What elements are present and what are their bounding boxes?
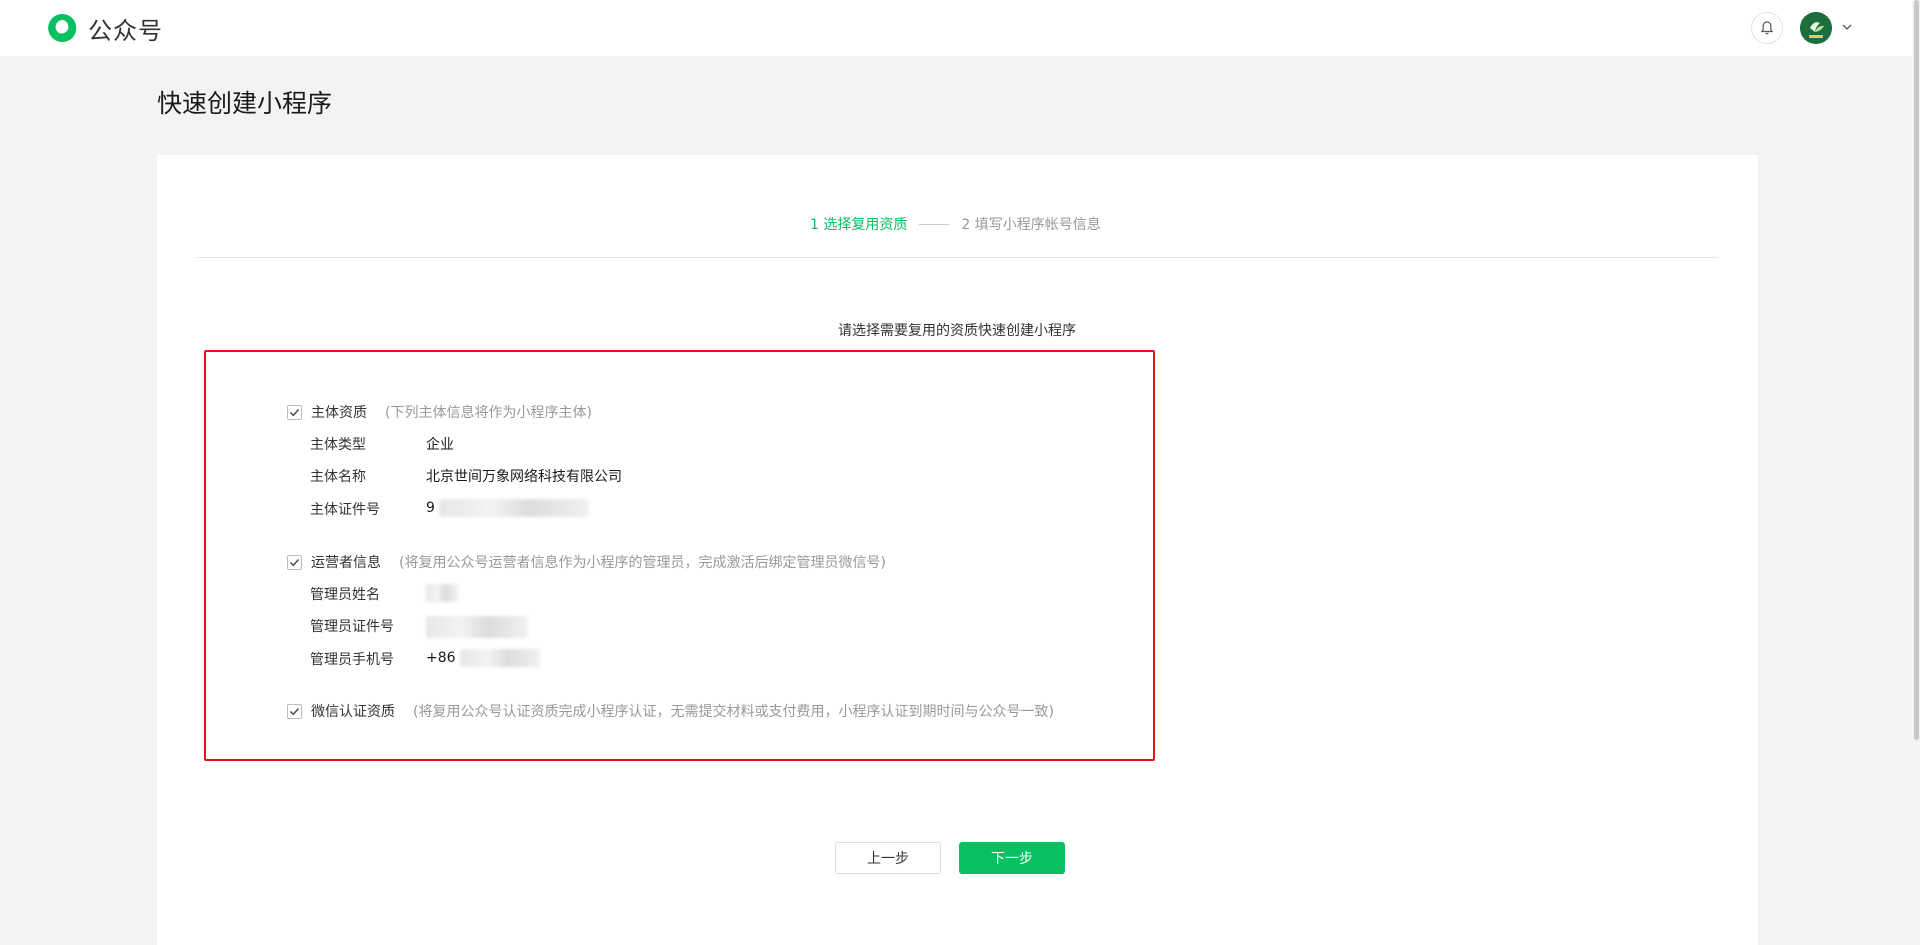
field-value-visible: +86 (426, 650, 456, 666)
field-label: 主体类型 (310, 437, 366, 453)
scrollbar-thumb[interactable] (1914, 0, 1919, 740)
entity-type-row: 主体类型 企业 (310, 434, 454, 454)
notification-button[interactable] (1751, 12, 1783, 44)
steps-divider (197, 257, 1717, 258)
chevron-down-icon[interactable] (1841, 21, 1853, 33)
field-value (426, 616, 528, 638)
checkmark-icon (290, 408, 300, 416)
step-connector (919, 223, 950, 225)
field-value: 北京世间万象网络科技有限公司 (426, 469, 622, 485)
app-name: 公众号 (88, 16, 163, 45)
verification-checkbox[interactable] (287, 703, 302, 719)
field-value: 9 (426, 499, 590, 519)
field-label: 主体名称 (310, 469, 366, 485)
previous-step-button[interactable]: 上一步 (835, 842, 941, 874)
bell-icon (1760, 21, 1774, 35)
redacted-mask (460, 649, 540, 667)
page-title: 快速创建小程序 (157, 89, 333, 118)
field-label: 管理员姓名 (310, 587, 380, 603)
admin-name-row: 管理员姓名 (310, 584, 458, 604)
app-logo[interactable]: 公众号 (46, 11, 163, 45)
field-label: 管理员证件号 (310, 619, 394, 635)
entity-section-note: (下列主体信息将作为小程序主体) (385, 405, 592, 421)
operator-section-title: 运营者信息 (311, 555, 381, 571)
entity-id-row: 主体证件号 9 (310, 499, 590, 519)
field-value: 企业 (426, 437, 454, 453)
checkmark-icon (290, 558, 300, 566)
redacted-mask (426, 616, 528, 638)
avatar[interactable] (1800, 12, 1832, 44)
operator-section-header: 运营者信息 (将复用公众号运营者信息作为小程序的管理员，完成激活后绑定管理员微信… (287, 552, 886, 572)
instruction-text: 请选择需要复用的资质快速创建小程序 (838, 323, 1076, 339)
field-value-visible: 9 (426, 500, 435, 516)
admin-id-row: 管理员证件号 (310, 616, 528, 638)
field-value: +86 (426, 649, 540, 669)
redacted-mask (439, 499, 590, 517)
verification-section-header: 微信认证资质 (将复用公众号认证资质完成小程序认证，无需提交材料或支付费用，小程… (287, 701, 1054, 721)
entity-name-row: 主体名称 北京世间万象网络科技有限公司 (310, 466, 622, 486)
checkmark-icon (290, 707, 300, 715)
operator-checkbox[interactable] (287, 554, 302, 570)
entity-checkbox[interactable] (287, 404, 302, 420)
avatar-image-icon (1800, 12, 1832, 44)
step-2-label: 2 填写小程序帐号信息 (961, 217, 1101, 233)
step-1-label: 1 选择复用资质 (810, 217, 908, 233)
entity-section-title: 主体资质 (311, 405, 367, 421)
redacted-mask (426, 584, 458, 602)
field-label: 管理员手机号 (310, 652, 394, 668)
operator-section-note: (将复用公众号运营者信息作为小程序的管理员，完成激活后绑定管理员微信号) (399, 555, 886, 571)
wechat-official-accounts-logo-icon (48, 13, 77, 43)
top-bar: 公众号 (0, 0, 1920, 56)
field-value (426, 584, 458, 604)
entity-section-header: 主体资质 (下列主体信息将作为小程序主体) (287, 402, 592, 422)
next-step-button[interactable]: 下一步 (959, 842, 1065, 874)
admin-phone-row: 管理员手机号 +86 (310, 649, 540, 669)
verification-section-note: (将复用公众号认证资质完成小程序认证，无需提交材料或支付费用，小程序认证到期时间… (413, 704, 1054, 720)
step-indicator: 1 选择复用资质 2 填写小程序帐号信息 (810, 214, 1101, 234)
field-label: 主体证件号 (310, 502, 380, 518)
verification-section-title: 微信认证资质 (311, 704, 395, 720)
